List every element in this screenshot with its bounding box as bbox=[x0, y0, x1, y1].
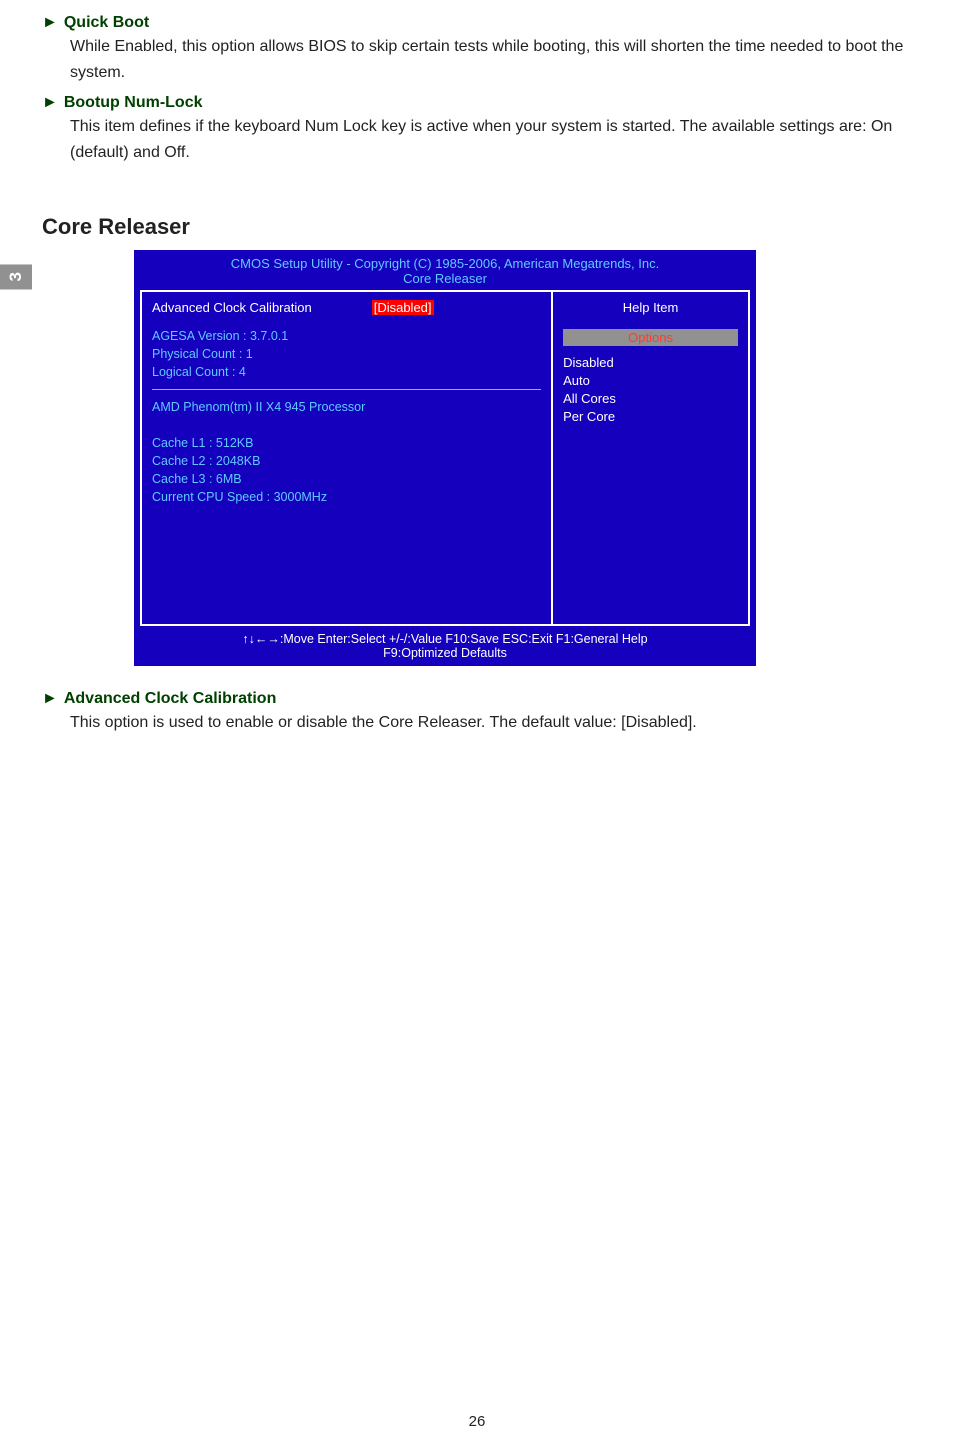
bios-header-2: Core Releaser bbox=[134, 271, 756, 286]
adv-clock-title: Advanced Clock Calibration bbox=[64, 690, 277, 708]
bios-l1: Cache L1 : 512KB bbox=[152, 434, 541, 452]
arrow-right-icon: ► bbox=[42, 94, 58, 112]
page-side-tab: 3 bbox=[0, 264, 32, 289]
bios-phys-count: Physical Count : 1 bbox=[152, 345, 541, 363]
bios-processor: AMD Phenom(tm) II X4 945 Processor bbox=[152, 398, 541, 416]
bootup-numlock-title: Bootup Num-Lock bbox=[64, 94, 203, 112]
adv-clock-desc: This option is used to enable or disable… bbox=[42, 710, 912, 736]
bios-option-auto: Auto bbox=[563, 372, 738, 390]
bios-header-1: CMOS Setup Utility - Copyright (C) 1985-… bbox=[134, 256, 756, 271]
quick-boot-heading: ► Quick Boot bbox=[42, 14, 912, 32]
bios-screenshot: CMOS Setup Utility - Copyright (C) 1985-… bbox=[134, 250, 756, 666]
bootup-numlock-desc: This item defines if the keyboard Num Lo… bbox=[42, 114, 912, 166]
bios-option-label: Advanced Clock Calibration bbox=[152, 300, 312, 315]
quick-boot-title: Quick Boot bbox=[64, 14, 149, 32]
bios-help-title: Help Item bbox=[563, 300, 738, 315]
bios-option-value: [Disabled] bbox=[372, 300, 434, 315]
bios-options-highlight: Options bbox=[563, 329, 738, 346]
bios-l2: Cache L2 : 2048KB bbox=[152, 452, 541, 470]
divider bbox=[152, 389, 541, 390]
bios-agesa: AGESA Version : 3.7.0.1 bbox=[152, 327, 541, 345]
page-number: 26 bbox=[0, 1413, 954, 1430]
bios-cpu-speed: Current CPU Speed : 3000MHz bbox=[152, 488, 541, 506]
bios-key-row1: ↑↓←→:Move Enter:Select +/-/:Value F10:Sa… bbox=[134, 632, 756, 646]
arrow-right-icon: ► bbox=[42, 690, 58, 708]
bios-option-allcores: All Cores bbox=[563, 390, 738, 408]
bootup-numlock-heading: ► Bootup Num-Lock bbox=[42, 94, 912, 112]
bios-option-percore: Per Core bbox=[563, 408, 738, 426]
bios-l3: Cache L3 : 6MB bbox=[152, 470, 541, 488]
bios-logi-count: Logical Count : 4 bbox=[152, 363, 541, 381]
bios-key-row2: F9:Optimized Defaults bbox=[134, 646, 756, 660]
adv-clock-heading: ► Advanced Clock Calibration bbox=[42, 690, 912, 708]
bios-option-disabled: Disabled bbox=[563, 354, 738, 372]
quick-boot-desc: While Enabled, this option allows BIOS t… bbox=[42, 34, 912, 86]
core-releaser-heading: Core Releaser bbox=[42, 214, 912, 240]
arrow-right-icon: ► bbox=[42, 14, 58, 32]
